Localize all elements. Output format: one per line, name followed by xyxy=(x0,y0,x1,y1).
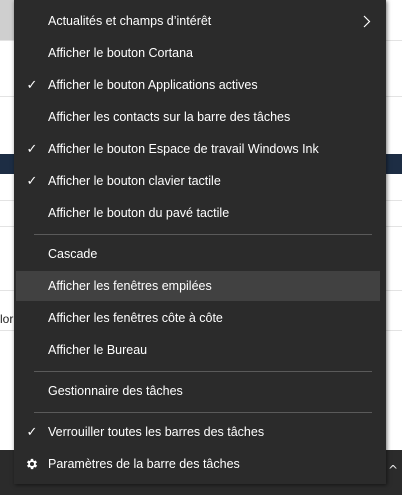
menu-item-label: Gestionnaire des tâches xyxy=(48,384,183,398)
menu-item-task-view[interactable]: ✓ Afficher le bouton Applications active… xyxy=(16,70,380,100)
menu-item-label: Afficher le bouton clavier tactile xyxy=(48,174,221,188)
menu-separator xyxy=(34,371,372,372)
check-icon: ✓ xyxy=(26,424,38,439)
menu-item-windows-ink[interactable]: ✓ Afficher le bouton Espace de travail W… xyxy=(16,134,380,164)
menu-item-side-by-side[interactable]: Afficher les fenêtres côte à côte xyxy=(16,303,380,333)
menu-item-touchpad[interactable]: Afficher le bouton du pavé tactile xyxy=(16,198,380,228)
menu-item-label: Afficher le bouton Espace de travail Win… xyxy=(48,142,319,156)
menu-item-lock-taskbars[interactable]: ✓ Verrouiller toutes les barres des tâch… xyxy=(16,417,380,447)
background-partial-text: lor xyxy=(0,312,14,326)
tray-chevron-icon[interactable]: ^ xyxy=(388,463,398,477)
menu-item-label: Afficher le bouton du pavé tactile xyxy=(48,206,230,220)
menu-item-taskbar-settings[interactable]: Paramètres de la barre des tâches xyxy=(16,449,380,479)
menu-item-label: Afficher le Bureau xyxy=(48,343,148,357)
menu-separator xyxy=(34,412,372,413)
menu-item-label: Afficher le bouton Applications actives xyxy=(48,78,258,92)
check-icon: ✓ xyxy=(26,141,38,156)
menu-item-label: Cascade xyxy=(48,247,98,261)
gear-icon xyxy=(24,456,40,472)
menu-item-cortana[interactable]: Afficher le bouton Cortana xyxy=(16,38,380,68)
menu-item-label: Afficher les fenêtres côte à côte xyxy=(48,311,223,325)
menu-item-label: Afficher le bouton Cortana xyxy=(48,46,194,60)
menu-item-people[interactable]: Afficher les contacts sur la barre des t… xyxy=(16,102,380,132)
menu-item-cascade[interactable]: Cascade xyxy=(16,239,380,269)
menu-item-label: Verrouiller toutes les barres des tâches xyxy=(48,425,265,439)
menu-item-news-interests[interactable]: Actualités et champs d’intérêt xyxy=(16,6,380,36)
menu-item-label: Afficher les contacts sur la barre des t… xyxy=(48,110,291,124)
check-icon: ✓ xyxy=(26,77,38,92)
menu-item-label: Paramètres de la barre des tâches xyxy=(48,457,240,471)
menu-item-label: Actualités et champs d’intérêt xyxy=(48,14,212,28)
menu-item-touch-keyboard[interactable]: ✓ Afficher le bouton clavier tactile xyxy=(16,166,380,196)
menu-item-task-manager[interactable]: Gestionnaire des tâches xyxy=(16,376,380,406)
check-icon: ✓ xyxy=(26,173,38,188)
taskbar-context-menu: Actualités et champs d’intérêt Afficher … xyxy=(14,0,386,484)
chevron-right-icon xyxy=(362,14,372,28)
menu-item-label: Afficher les fenêtres empilées xyxy=(48,279,212,293)
menu-item-stacked-windows[interactable]: Afficher les fenêtres empilées xyxy=(16,271,380,301)
menu-item-show-desktop[interactable]: Afficher le Bureau xyxy=(16,335,380,365)
menu-separator xyxy=(34,234,372,235)
background-panel xyxy=(0,0,14,40)
